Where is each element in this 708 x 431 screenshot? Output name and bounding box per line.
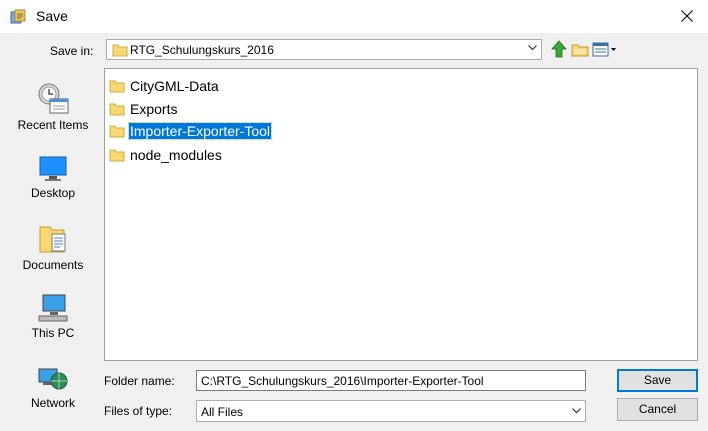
place-this-pc[interactable]: This PC <box>0 293 106 340</box>
file-name: Exports <box>130 101 178 117</box>
place-label: Recent Items <box>17 118 89 132</box>
list-item[interactable]: Exports <box>109 99 181 119</box>
file-name: CityGML-Data <box>130 78 219 94</box>
place-label: Desktop <box>30 186 76 200</box>
files-of-type-combo[interactable]: All Files <box>196 400 586 422</box>
documents-icon <box>39 226 66 253</box>
folder-icon <box>109 103 125 116</box>
close-icon <box>681 10 693 22</box>
files-of-type-value: All Files <box>201 405 244 419</box>
folder-icon <box>109 80 125 93</box>
details-view-icon <box>592 42 616 57</box>
list-item-selected[interactable]: Importer-Exporter-Tool <box>109 121 274 141</box>
place-desktop[interactable]: Desktop <box>0 155 106 200</box>
close-button[interactable] <box>670 3 704 29</box>
list-item[interactable]: CityGML-Data <box>109 76 223 96</box>
files-of-type-label: Files of type: <box>104 404 173 418</box>
desktop-icon <box>39 156 67 181</box>
folder-icon <box>109 149 125 162</box>
place-recent-items[interactable]: Recent Items <box>0 83 106 132</box>
chevron-down-icon <box>528 45 537 51</box>
file-name: node_modules <box>130 147 222 163</box>
folder-icon <box>109 125 125 138</box>
title-bar: Save <box>0 0 708 33</box>
network-icon <box>38 368 68 390</box>
computer-icon <box>38 294 68 322</box>
file-name: Importer-Exporter-Tool <box>127 122 273 140</box>
up-one-level-button[interactable] <box>550 40 570 60</box>
folder-name-label: Folder name: <box>104 374 175 388</box>
chevron-down-icon <box>572 408 581 414</box>
save-dialog: Save in: RTG_Schulungskurs_2016 Recent I… <box>0 33 708 431</box>
save-button[interactable]: Save <box>617 369 698 392</box>
file-list[interactable]: CityGML-Data Exports Importer-Exporter-T… <box>104 68 698 361</box>
java-app-icon <box>10 9 26 24</box>
folder-icon <box>112 44 128 57</box>
window-title: Save <box>36 8 68 24</box>
recent-items-icon <box>38 83 69 114</box>
place-label: Network <box>30 396 75 410</box>
folder-name-input[interactable] <box>196 370 586 391</box>
place-label: Documents <box>22 258 84 272</box>
list-item[interactable]: node_modules <box>109 145 226 165</box>
view-menu-button[interactable] <box>592 40 618 60</box>
cancel-button[interactable]: Cancel <box>617 398 698 421</box>
place-network[interactable]: Network <box>0 363 106 410</box>
place-documents[interactable]: Documents <box>0 223 106 272</box>
save-in-combo[interactable]: RTG_Schulungskurs_2016 <box>106 39 542 60</box>
green-up-arrow-icon <box>551 40 567 58</box>
new-folder-icon <box>571 44 589 57</box>
save-in-label: Save in: <box>50 44 94 58</box>
save-in-value: RTG_Schulungskurs_2016 <box>130 43 274 57</box>
create-new-folder-button[interactable] <box>571 40 591 60</box>
place-label: This PC <box>31 326 75 340</box>
